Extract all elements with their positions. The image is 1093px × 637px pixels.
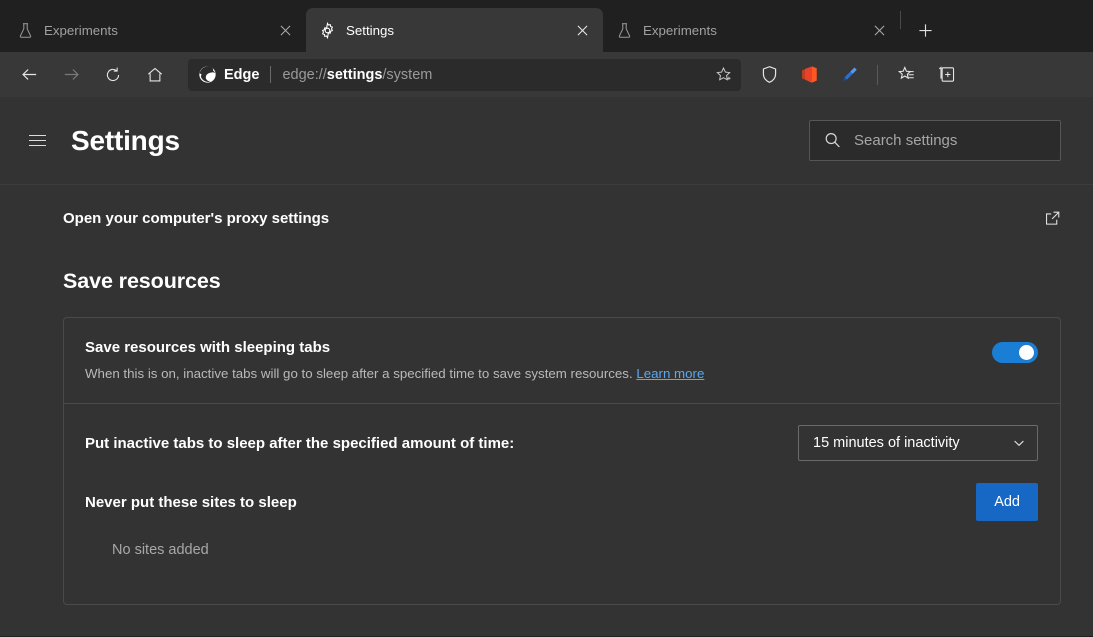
search-settings-box[interactable] xyxy=(809,120,1061,161)
tab-strip-divider xyxy=(900,11,901,29)
tab-close-icon[interactable] xyxy=(569,17,595,43)
refresh-icon[interactable] xyxy=(96,58,130,92)
url-text[interactable]: edge://settings/system xyxy=(282,67,709,83)
edge-logo-icon xyxy=(198,65,217,84)
flask-icon xyxy=(16,21,34,39)
tab-close-icon[interactable] xyxy=(272,17,298,43)
browser-tab-experiments-1[interactable]: Experiments xyxy=(4,8,306,52)
forward-arrow-icon[interactable] xyxy=(54,58,88,92)
sleeping-tabs-description: When this is on, inactive tabs will go t… xyxy=(85,365,976,383)
card-filler xyxy=(64,558,1060,604)
open-proxy-settings-row[interactable]: Open your computer's proxy settings xyxy=(0,185,1093,251)
gear-icon xyxy=(318,21,336,39)
new-tab-button[interactable] xyxy=(909,14,941,46)
tab-title: Experiments xyxy=(44,23,272,38)
section-title-save-resources: Save resources xyxy=(0,251,1093,294)
back-arrow-icon[interactable] xyxy=(12,58,46,92)
url-suffix: /system xyxy=(382,67,432,83)
search-icon xyxy=(810,131,854,150)
shield-icon[interactable] xyxy=(752,58,786,92)
address-bar[interactable]: Edge edge://settings/system xyxy=(188,59,741,91)
collections-icon[interactable] xyxy=(929,58,963,92)
tab-title: Experiments xyxy=(643,23,866,38)
add-site-button[interactable]: Add xyxy=(976,483,1038,521)
search-input[interactable] xyxy=(854,132,1063,149)
favorites-icon[interactable] xyxy=(889,58,923,92)
sleeping-tabs-row: Save resources with sleeping tabs When t… xyxy=(64,318,1060,404)
proxy-settings-label: Open your computer's proxy settings xyxy=(63,210,329,227)
no-sites-added-text: No sites added xyxy=(64,521,1060,558)
learn-more-link[interactable]: Learn more xyxy=(636,366,704,381)
browser-tab-experiments-2[interactable]: Experiments xyxy=(603,8,900,52)
edge-brand-label: Edge xyxy=(224,67,259,83)
sleeping-tabs-title: Save resources with sleeping tabs xyxy=(85,338,976,358)
never-sleep-label: Never put these sites to sleep xyxy=(85,494,976,511)
toolbar-divider xyxy=(877,65,878,85)
sleep-timer-dropdown[interactable]: 15 minutes of inactivity xyxy=(798,425,1038,461)
settings-content: Open your computer's proxy settings Save… xyxy=(0,185,1093,636)
star-add-icon[interactable] xyxy=(709,61,737,89)
pen-icon[interactable] xyxy=(832,58,866,92)
external-link-icon[interactable] xyxy=(1044,210,1061,227)
url-prefix: edge:// xyxy=(282,67,326,83)
sleep-timer-row: Put inactive tabs to sleep after the spe… xyxy=(64,404,1060,471)
sleeping-tabs-toggle[interactable] xyxy=(992,342,1038,363)
page-title: Settings xyxy=(71,125,180,157)
chevron-down-icon xyxy=(1012,436,1026,450)
url-bold: settings xyxy=(327,67,383,83)
sleep-timer-label: Put inactive tabs to sleep after the spe… xyxy=(85,435,798,452)
sleeping-tabs-text: Save resources with sleeping tabs When t… xyxy=(85,338,976,383)
save-resources-card: Save resources with sleeping tabs When t… xyxy=(63,317,1061,605)
tab-title: Settings xyxy=(346,23,569,38)
home-icon[interactable] xyxy=(138,58,172,92)
toggle-knob xyxy=(1019,345,1034,360)
office-icon[interactable] xyxy=(792,58,826,92)
hamburger-icon[interactable] xyxy=(22,126,52,156)
address-divider xyxy=(270,66,271,83)
browser-tab-settings[interactable]: Settings xyxy=(306,8,603,52)
settings-header: Settings xyxy=(0,97,1093,185)
sleep-timer-selected-value: 15 minutes of inactivity xyxy=(813,435,1006,451)
browser-toolbar: Edge edge://settings/system xyxy=(0,52,1093,97)
tab-close-icon[interactable] xyxy=(866,17,892,43)
tab-strip: Experiments Settings Experiments xyxy=(0,0,1093,52)
flask-icon xyxy=(615,21,633,39)
sleeping-tabs-description-text: When this is on, inactive tabs will go t… xyxy=(85,366,633,381)
never-sleep-row: Never put these sites to sleep Add xyxy=(64,471,1060,521)
edge-brand: Edge xyxy=(198,65,259,84)
